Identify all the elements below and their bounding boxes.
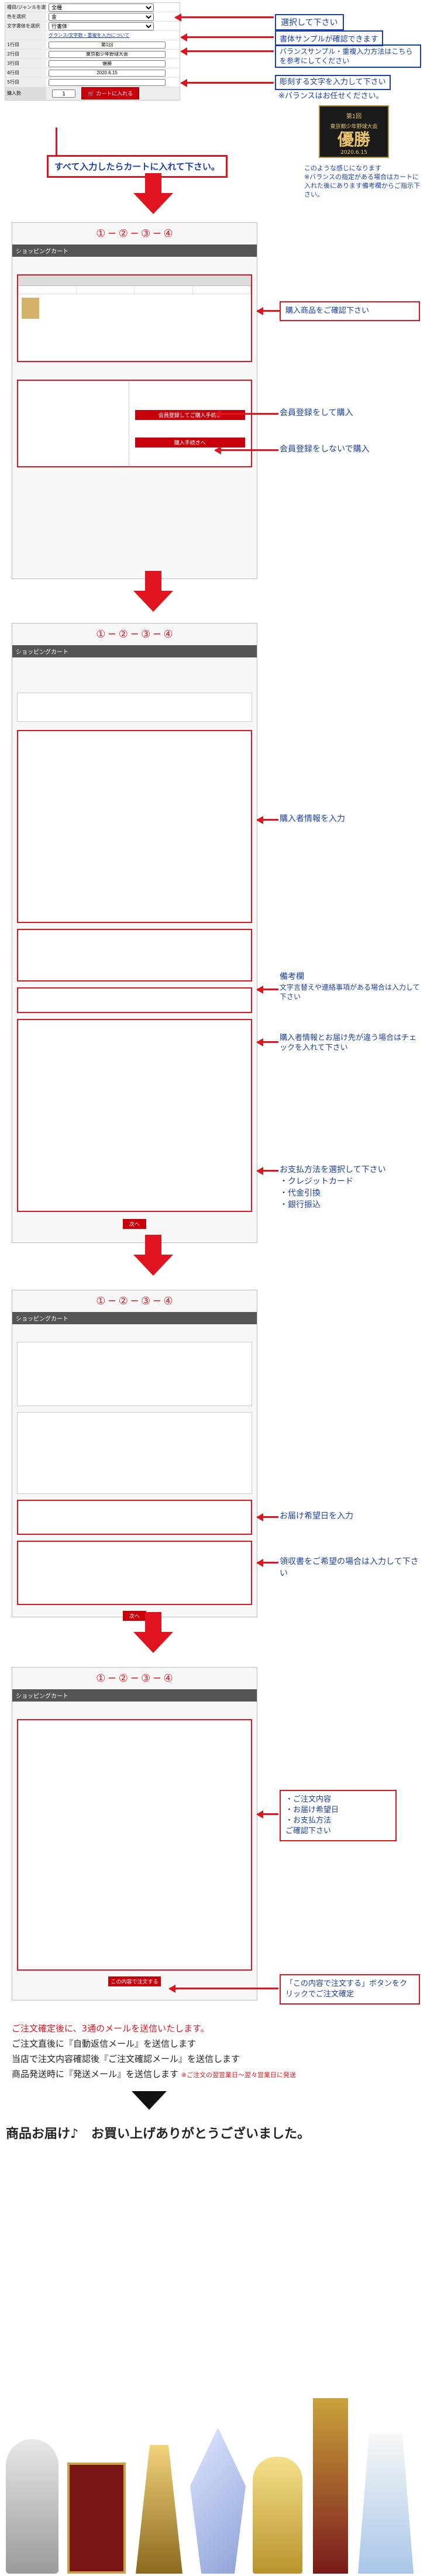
payment-box	[17, 1019, 252, 1212]
cart-icon: 🛒	[88, 91, 95, 97]
arrow-left-icon	[256, 1559, 278, 1567]
engrave-callout: 彫刻する文字を入力して下さい ※バランスはお任せください。	[275, 75, 421, 103]
thanks-message: 商品お届け♪ お買い上げありがとうございました。	[6, 2127, 311, 2141]
balance-link[interactable]: グランス/文字数・重複を入力について	[49, 32, 129, 39]
shipping-check-box	[17, 987, 252, 1013]
nameplate-preview: 第1回 東京都少年野球大会 優勝 2020.6.15	[319, 105, 389, 158]
shipping-callout: 購入者情報とお届け先が違う場合はチェックを入れて下さい	[280, 1034, 417, 1052]
form-row-line5: 5行目	[5, 78, 180, 87]
cart-step4-screenshot: ① ─ ② ─ ③ ─ ④ ショッピングカート この内容で注文する	[12, 1667, 257, 2000]
place-order-callout: 「この内容で注文する」ボタンをクリックでご注文確定	[280, 1974, 420, 2005]
quantity-row: 購入数 🛒 カートに入れる	[5, 87, 180, 100]
guest-callout: 会員登録をしないで購入	[280, 445, 370, 454]
trophy-gallery	[0, 2158, 427, 2574]
step-indicator: ① ─ ② ─ ③ ─ ④	[96, 1672, 173, 1685]
order-review-callout: ・ご注文内容 ・お届け希望日 ・お支払方法 ご確認下さい	[280, 1790, 397, 1841]
arrow-left-icon	[180, 79, 274, 87]
line2-input[interactable]	[49, 50, 166, 58]
line1-input[interactable]	[49, 41, 166, 49]
trophy-icon	[190, 2427, 246, 2574]
arrow-left-icon	[256, 986, 278, 994]
trophy-icon	[313, 2398, 348, 2574]
cart-header: ショッピングカート	[12, 645, 257, 657]
place-order-button[interactable]: この内容で注文する	[108, 1976, 161, 1986]
arrow-left-icon	[256, 1038, 278, 1046]
product-form: 種目/ジャンルを選択全種 色を選択金 文字書体を選択行書体 グランス/文字数・重…	[5, 2, 180, 101]
form-row-genre: 種目/ジャンルを選択全種	[5, 3, 180, 19]
quantity-input[interactable]	[52, 89, 75, 98]
receipt-callout: 領収書をご希望の場合は入力して下さい	[280, 1557, 419, 1578]
arrow-left-icon	[256, 1167, 278, 1175]
line5-input[interactable]	[49, 78, 166, 86]
trophy-icon	[67, 2463, 126, 2574]
add-to-cart-button[interactable]: 🛒 カートに入れる	[81, 87, 140, 99]
trophy-icon	[358, 2433, 414, 2574]
font-select[interactable]: 行書体	[49, 22, 154, 30]
order-review-box	[17, 1719, 252, 1971]
cart-step1-screenshot: ① ─ ② ─ ③ ─ ④ ショッピングカート 会員登録してご購入手続き 購入手…	[12, 222, 257, 579]
form-row-font: 文字書体を選択 行書体	[5, 22, 180, 31]
preview-note: このような感じになります ※バランスの指定がある場合はカートに入れた後にあります…	[304, 164, 420, 198]
remarks-box	[17, 929, 252, 982]
step-indicator: ① ─ ② ─ ③ ─ ④	[96, 228, 173, 240]
cart-header: ショッピングカート	[12, 244, 257, 257]
payment-callout: お支払方法を選択して下さい ・クレジットカード ・代金引換 ・銀行振込	[280, 1165, 386, 1210]
form-row-line2: 2行目	[5, 50, 180, 59]
arrow-left-icon	[256, 1513, 278, 1521]
arrow-left-icon	[214, 446, 278, 454]
genre-select[interactable]: 全種	[49, 3, 154, 12]
arrow-left-icon	[174, 13, 274, 22]
buyer-info-callout: 購入者情報を入力	[280, 814, 345, 824]
form-row-line4: 4行目	[5, 68, 180, 78]
color-select[interactable]: 金	[49, 12, 154, 21]
callout-connector	[56, 128, 57, 156]
arrow-left-icon	[256, 307, 280, 315]
step-indicator: ① ─ ② ─ ③ ─ ④	[96, 628, 173, 640]
remarks-callout: 備考欄 文字言替えや連絡事項がある場合は入力して下さい	[280, 972, 420, 1001]
select-hint-callout: 選択して下さい	[275, 14, 344, 30]
balance-callout: バランスサンプル・重複入力方法はこちらを参考にしてください	[275, 44, 421, 68]
next-button[interactable]: 次へ	[123, 1219, 146, 1229]
cart-step2-screenshot: ① ─ ② ─ ③ ─ ④ ショッピングカート 次へ	[12, 623, 257, 1243]
buyer-info-box	[17, 730, 252, 923]
arrow-left-icon	[256, 1810, 278, 1819]
next-button[interactable]: 次へ	[123, 1611, 146, 1621]
add-to-cart-callout: すべて入力したらカートに入れて下さい。	[47, 155, 228, 178]
arrow-down-icon	[133, 1235, 173, 1276]
line4-input[interactable]	[49, 69, 166, 77]
arrow-down-icon	[133, 173, 173, 214]
arrow-left-icon	[180, 33, 274, 42]
member-purchase-button[interactable]: 会員登録してご購入手続き	[135, 410, 245, 420]
arrow-left-icon	[256, 816, 278, 824]
email-info: ご注文確定後に、3通のメールを送信いたします。 ご注文直後に『自動返信メール』を…	[12, 2023, 297, 2079]
form-row-balance-link: グランス/文字数・重複を入力について	[5, 31, 180, 40]
member-callout: 会員登録をして購入	[280, 408, 353, 418]
trophy-icon	[6, 2439, 58, 2574]
line3-input[interactable]	[49, 60, 166, 67]
cart-header: ショッピングカート	[12, 1312, 257, 1324]
font-sample-callout: 書体サンプルが確認できます	[275, 30, 383, 46]
form-row-color: 色を選択金	[5, 12, 180, 22]
cart-step3-screenshot: ① ─ ② ─ ③ ─ ④ ショッピングカート 次へ	[12, 1290, 257, 1621]
trophy-icon	[136, 2445, 182, 2574]
form-row-line1: 1行目	[5, 40, 180, 50]
delivery-date-callout: お届け希望日を入力	[280, 1511, 353, 1521]
form-row-line3: 3行目	[5, 59, 180, 68]
receipt-box	[17, 1541, 252, 1605]
arrow-down-icon	[133, 1612, 173, 1653]
trophy-icon	[253, 2457, 302, 2574]
arrow-left-icon	[168, 1985, 278, 1993]
step-indicator: ① ─ ② ─ ③ ─ ④	[96, 1295, 173, 1307]
arrow-down-icon	[133, 571, 173, 612]
arrow-down-icon	[132, 2091, 167, 2110]
arrow-left-icon	[214, 410, 278, 418]
arrow-left-icon	[180, 47, 274, 56]
cart-items-box	[17, 274, 252, 362]
confirm-items-callout: 購入商品をご確認下さい	[280, 301, 420, 321]
guest-purchase-button[interactable]: 購入手続きへ	[135, 438, 245, 447]
delivery-date-box	[17, 1500, 252, 1535]
cart-header: ショッピングカート	[12, 1689, 257, 1702]
product-thumbnail	[22, 298, 39, 319]
